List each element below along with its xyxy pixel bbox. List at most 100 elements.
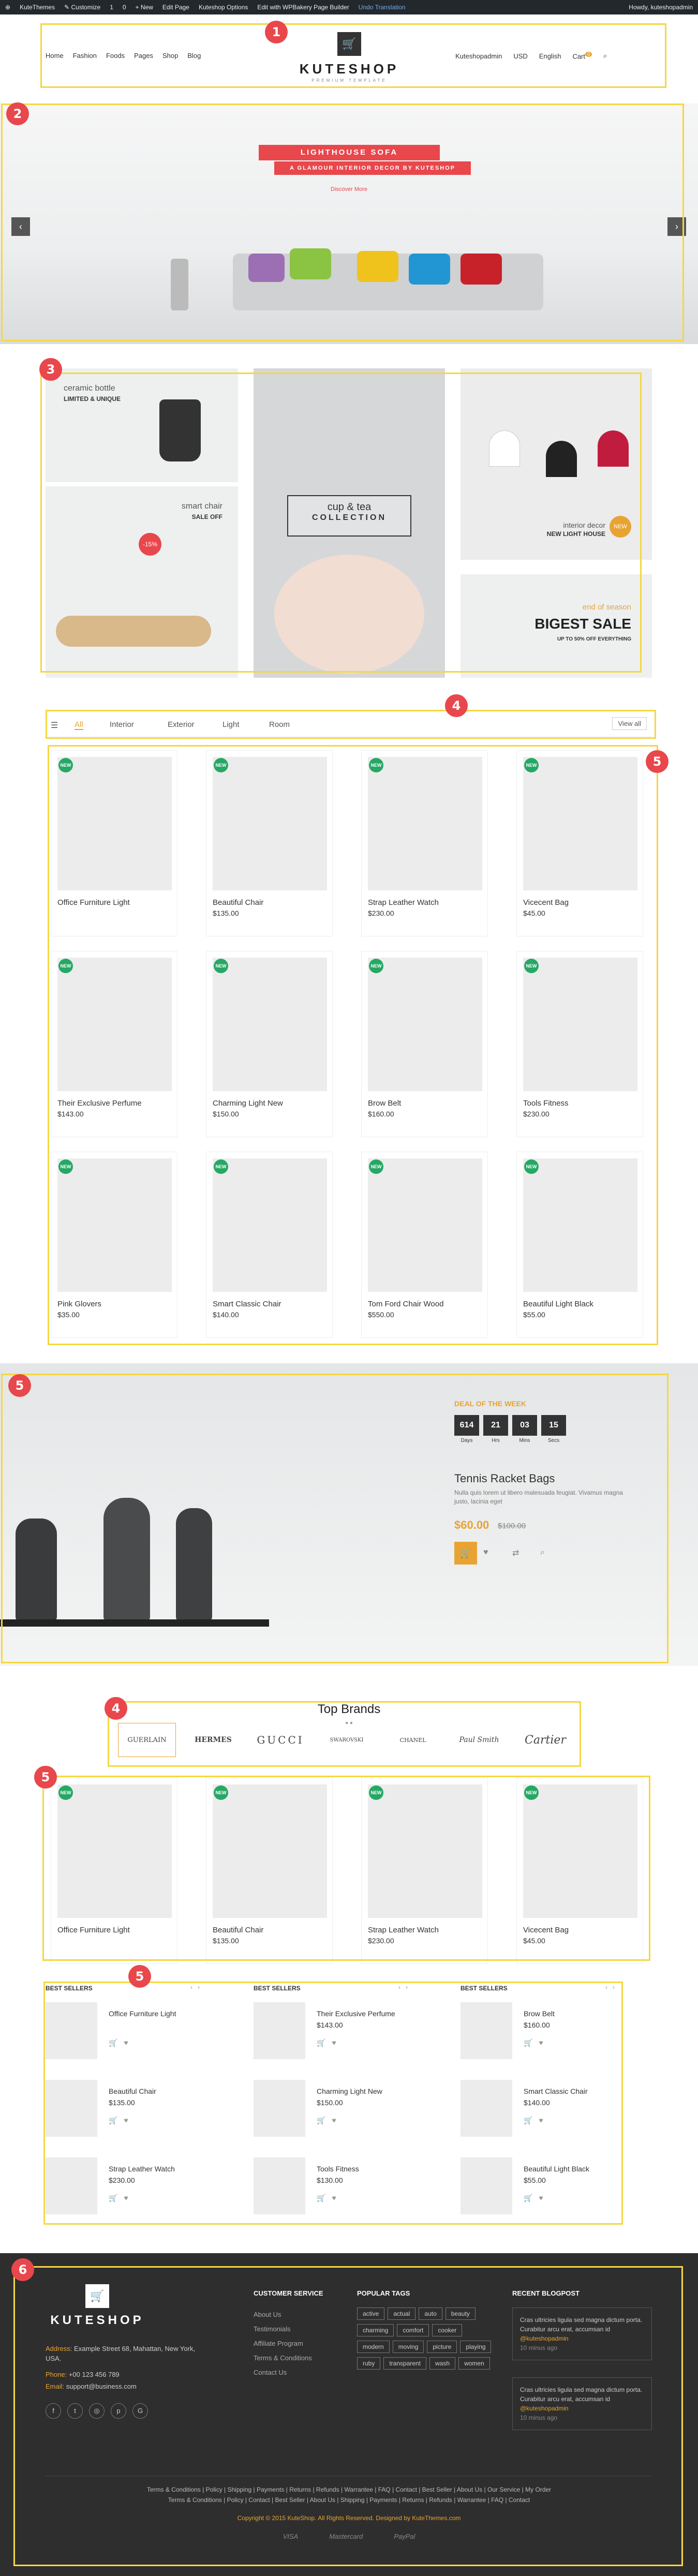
cart-wishlist-icons[interactable]: 🛒♥ [317,2194,343,2202]
slider-prev-button[interactable]: ‹ [11,217,30,236]
product-thumb[interactable] [461,2002,512,2059]
blog-post[interactable]: Cras ultricies ligula sed magna dictum p… [512,2307,652,2360]
footer-links-row-1[interactable]: Terms & Conditions | Policy | Shipping |… [0,2486,698,2493]
product-image[interactable] [523,757,637,890]
tag-link[interactable]: playing [460,2341,492,2353]
product-card[interactable]: NEW Tools Fitness $230.00 [516,951,643,1137]
best-seller-item[interactable]: Strap Leather Watch $230.00 🛒♥ [46,2157,237,2214]
product-name[interactable]: Charming Light New [213,1099,283,1108]
footer-link[interactable]: Testimonials [254,2322,312,2336]
product-name[interactable]: Strap Leather Watch [368,898,439,907]
product-name[interactable]: Beautiful Chair [213,898,263,907]
twitter-icon[interactable]: t [67,2403,83,2419]
cart-wishlist-icons[interactable]: 🛒♥ [109,2194,135,2202]
best-sellers-nav[interactable]: ‹› [605,1984,620,1991]
product-name[interactable]: Their Exclusive Perfume [57,1099,142,1108]
tab-light[interactable]: Light [222,720,240,729]
product-card[interactable]: NEW Vicecent Bag $45.00 [516,1778,643,1964]
brand-swarovski[interactable]: SWAROVSKI [318,1723,376,1757]
product-name[interactable]: Office Furniture Light [57,898,130,907]
product-card[interactable]: NEW Beautiful Chair $135.00 [206,1778,333,1964]
product-name[interactable]: Brow Belt [524,2009,555,2018]
admin-bar-item[interactable]: Edit with WPBakery Page Builder [257,4,349,11]
tag-link[interactable]: transparent [383,2357,427,2370]
brand-hermes[interactable]: HERMES [184,1723,242,1757]
product-image[interactable] [523,958,637,1091]
product-thumb[interactable] [461,2080,512,2137]
admin-bar-item[interactable]: ✎ Customize [64,4,100,11]
tag-link[interactable]: women [458,2357,490,2370]
admin-bar-item[interactable]: KuteThemes [20,4,55,11]
product-image[interactable] [57,1158,172,1292]
product-thumb[interactable] [254,2080,305,2137]
product-image[interactable] [57,1784,172,1918]
product-image[interactable] [213,757,327,890]
product-image[interactable] [368,1784,482,1918]
product-thumb[interactable] [46,2002,97,2059]
logo[interactable]: 🛒 KUTESHOP PREMIUM TEMPLATE [290,32,409,83]
footer-logo[interactable]: 🛒 KUTESHOP [46,2284,149,2328]
product-image[interactable] [57,757,172,890]
product-thumb[interactable] [254,2002,305,2059]
cart-wishlist-icons[interactable]: 🛒♥ [317,2116,343,2125]
cart-wishlist-icons[interactable]: 🛒♥ [109,2116,135,2125]
footer-link[interactable]: Terms & Conditions [254,2351,312,2365]
product-name[interactable]: Office Furniture Light [109,2009,176,2018]
footer-link[interactable]: About Us [254,2307,312,2322]
tab-room[interactable]: Room [269,720,290,729]
quickview-icon[interactable]: ⌕ [540,1548,545,1557]
cart-wishlist-icons[interactable]: 🛒♥ [524,2038,550,2047]
best-seller-item[interactable]: Smart Classic Chair $140.00 🛒♥ [461,2080,652,2137]
nav-blog[interactable]: Blog [187,52,201,59]
banner-ceramic[interactable]: ceramic bottle LIMITED & UNIQUE [46,368,238,482]
best-seller-item[interactable]: Brow Belt $160.00 🛒♥ [461,2002,652,2059]
admin-bar-item[interactable]: + New [136,4,153,11]
best-sellers-nav[interactable]: ‹› [398,1984,413,1991]
footer-links-row-2[interactable]: Terms & Conditions | Policy | Contact | … [0,2496,698,2504]
product-card[interactable]: NEW Charming Light New $150.00 [206,951,333,1137]
google-plus-icon[interactable]: G [132,2403,148,2419]
product-image[interactable] [368,958,482,1091]
cart-wishlist-icons[interactable]: 🛒♥ [524,2194,550,2202]
banner-smart-chair[interactable]: smart chair SALE OFF -15% [46,486,238,678]
tab-interior[interactable]: Interior [110,720,134,729]
product-image[interactable] [368,1158,482,1292]
product-image[interactable] [523,1158,637,1292]
product-name[interactable]: Brow Belt [368,1099,401,1108]
cart-wishlist-icons[interactable]: 🛒♥ [109,2038,135,2047]
tag-link[interactable]: wash [429,2357,456,2370]
brand-gucci[interactable]: GUCCI [251,1723,309,1757]
blog-author[interactable]: @kuteshopadmin [520,2335,569,2342]
product-card[interactable]: NEW Office Furniture Light [51,1778,177,1964]
tag-link[interactable]: auto [419,2307,442,2320]
compare-icon[interactable]: ⇄ [512,1548,519,1558]
brand-paul-smith[interactable]: Paul Smith [450,1723,508,1757]
brand-chanel[interactable]: CHANEL [384,1723,442,1757]
account-link[interactable]: Kuteshopadmin [455,52,502,60]
email-value[interactable]: support@business.com [66,2383,137,2390]
search-icon[interactable]: ⌕ [603,52,607,60]
best-seller-item[interactable]: Beautiful Light Black $55.00 🛒♥ [461,2157,652,2214]
product-card[interactable]: NEW Smart Classic Chair $140.00 [206,1152,333,1338]
product-thumb[interactable] [46,2157,97,2214]
tab-all[interactable]: All [75,720,83,730]
deal-name[interactable]: Tennis Racket Bags [454,1472,555,1485]
nav-home[interactable]: Home [46,52,64,59]
product-image[interactable] [368,757,482,890]
product-name[interactable]: Strap Leather Watch [368,1926,439,1934]
tag-link[interactable]: charming [357,2324,394,2336]
product-name[interactable]: Smart Classic Chair [524,2087,588,2095]
admin-bar-item[interactable]: Undo Translation [359,4,406,11]
product-name[interactable]: Tom Ford Chair Wood [368,1300,443,1308]
product-thumb[interactable] [46,2080,97,2137]
product-name[interactable]: Vicecent Bag [523,898,569,907]
tag-link[interactable]: modern [357,2341,390,2353]
product-image[interactable] [213,958,327,1091]
admin-greeting[interactable]: Howdy, kuteshopadmin [629,4,693,11]
cart-link[interactable]: Cart 0 [572,52,592,60]
admin-bar-item[interactable]: 0 [123,4,126,11]
tag-link[interactable]: active [357,2307,385,2320]
tag-link[interactable]: comfort [397,2324,429,2336]
product-name[interactable]: Their Exclusive Perfume [317,2009,395,2018]
product-thumb[interactable] [461,2157,512,2214]
